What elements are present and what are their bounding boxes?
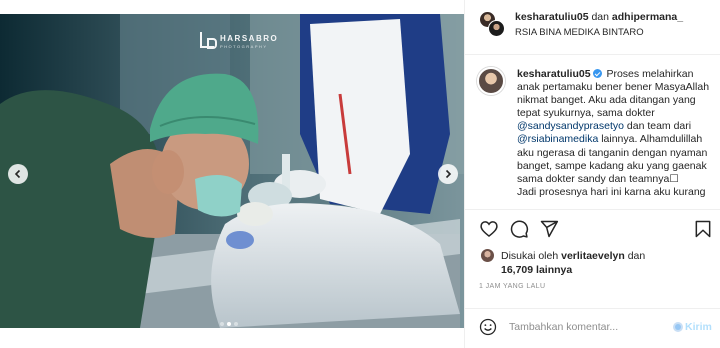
likes-text[interactable]: Disukai oleh verlitaevelyn dan 16,709 la… xyxy=(501,249,711,277)
carousel-indicator xyxy=(220,322,238,326)
liker-username[interactable]: verlitaevelyn xyxy=(561,250,625,262)
avatar[interactable] xyxy=(477,67,505,95)
carousel-dot xyxy=(234,322,238,326)
chevron-left-icon xyxy=(14,169,21,179)
share-button[interactable] xyxy=(539,219,559,239)
username-link[interactable]: kesharatuliu05 xyxy=(515,11,589,23)
post-timestamp[interactable]: 1 JAM YANG LALU xyxy=(479,283,545,290)
caption-body: dan team dari xyxy=(623,120,692,133)
heart-icon xyxy=(480,221,498,238)
likes-count[interactable]: 16,709 lainnya xyxy=(501,264,572,276)
share-icon xyxy=(540,220,559,238)
caption-text: kesharatuliu05 Proses melahirkan anak pe… xyxy=(517,68,713,199)
emoji-icon[interactable] xyxy=(479,318,497,336)
post-details-panel: kesharatuliu05 dan adhipermana_ RSIA BIN… xyxy=(464,0,720,348)
mention-link[interactable]: @sandysandyprasetyo xyxy=(517,120,624,132)
collab-avatars[interactable] xyxy=(479,11,505,37)
carousel-prev-button[interactable] xyxy=(8,164,28,184)
chevron-right-icon xyxy=(445,169,452,179)
photographer-watermark: HARSABRO PHOTOGRAPHY xyxy=(200,32,290,56)
location-link[interactable]: RSIA BINA MEDIKA BINTARO xyxy=(515,27,644,38)
watermark-tagline: PHOTOGRAPHY xyxy=(220,44,268,49)
likes-middle: dan xyxy=(627,250,646,262)
send-icon xyxy=(673,322,683,332)
save-button[interactable] xyxy=(693,219,713,239)
post-comment-label: Kirim xyxy=(685,321,712,333)
comment-composer: Kirim xyxy=(465,308,720,348)
carousel-dot xyxy=(220,322,224,326)
instagram-post-modal: HARSABRO PHOTOGRAPHY kesharatuliu05 dan … xyxy=(0,0,720,348)
post-photo[interactable]: HARSABRO PHOTOGRAPHY xyxy=(0,14,464,328)
delivery-room-photo xyxy=(0,14,464,328)
mention-link[interactable]: @rsiabinamedika xyxy=(517,133,598,145)
verified-badge-icon xyxy=(592,69,602,78)
caption-username[interactable]: kesharatuliu05 xyxy=(517,68,591,80)
avatar xyxy=(488,20,505,37)
comment-icon xyxy=(510,220,529,238)
collab-usernames: kesharatuliu05 dan adhipermana_ xyxy=(515,11,683,23)
carousel-next-button[interactable] xyxy=(438,164,458,184)
username-link[interactable]: adhipermana_ xyxy=(612,11,683,23)
watermark-logo-icon xyxy=(200,32,217,49)
caption-section: kesharatuliu05 Proses melahirkan anak pe… xyxy=(465,55,720,209)
comment-input[interactable] xyxy=(509,319,669,335)
caption-body: Jadi prosesnya hari ini karna aku kurang xyxy=(517,185,706,198)
bookmark-icon xyxy=(695,220,711,238)
watermark-brand: HARSABRO xyxy=(220,34,279,43)
carousel-dot xyxy=(227,322,231,326)
like-button[interactable] xyxy=(479,219,499,239)
post-header: kesharatuliu05 dan adhipermana_ RSIA BIN… xyxy=(465,0,720,55)
avatar[interactable] xyxy=(481,249,494,262)
action-bar xyxy=(465,209,720,245)
likes-prefix: Disukai oleh xyxy=(501,250,559,262)
post-comment-button[interactable]: Kirim xyxy=(673,320,717,334)
conjunction-text: dan xyxy=(591,11,609,23)
comment-button[interactable] xyxy=(509,219,529,239)
